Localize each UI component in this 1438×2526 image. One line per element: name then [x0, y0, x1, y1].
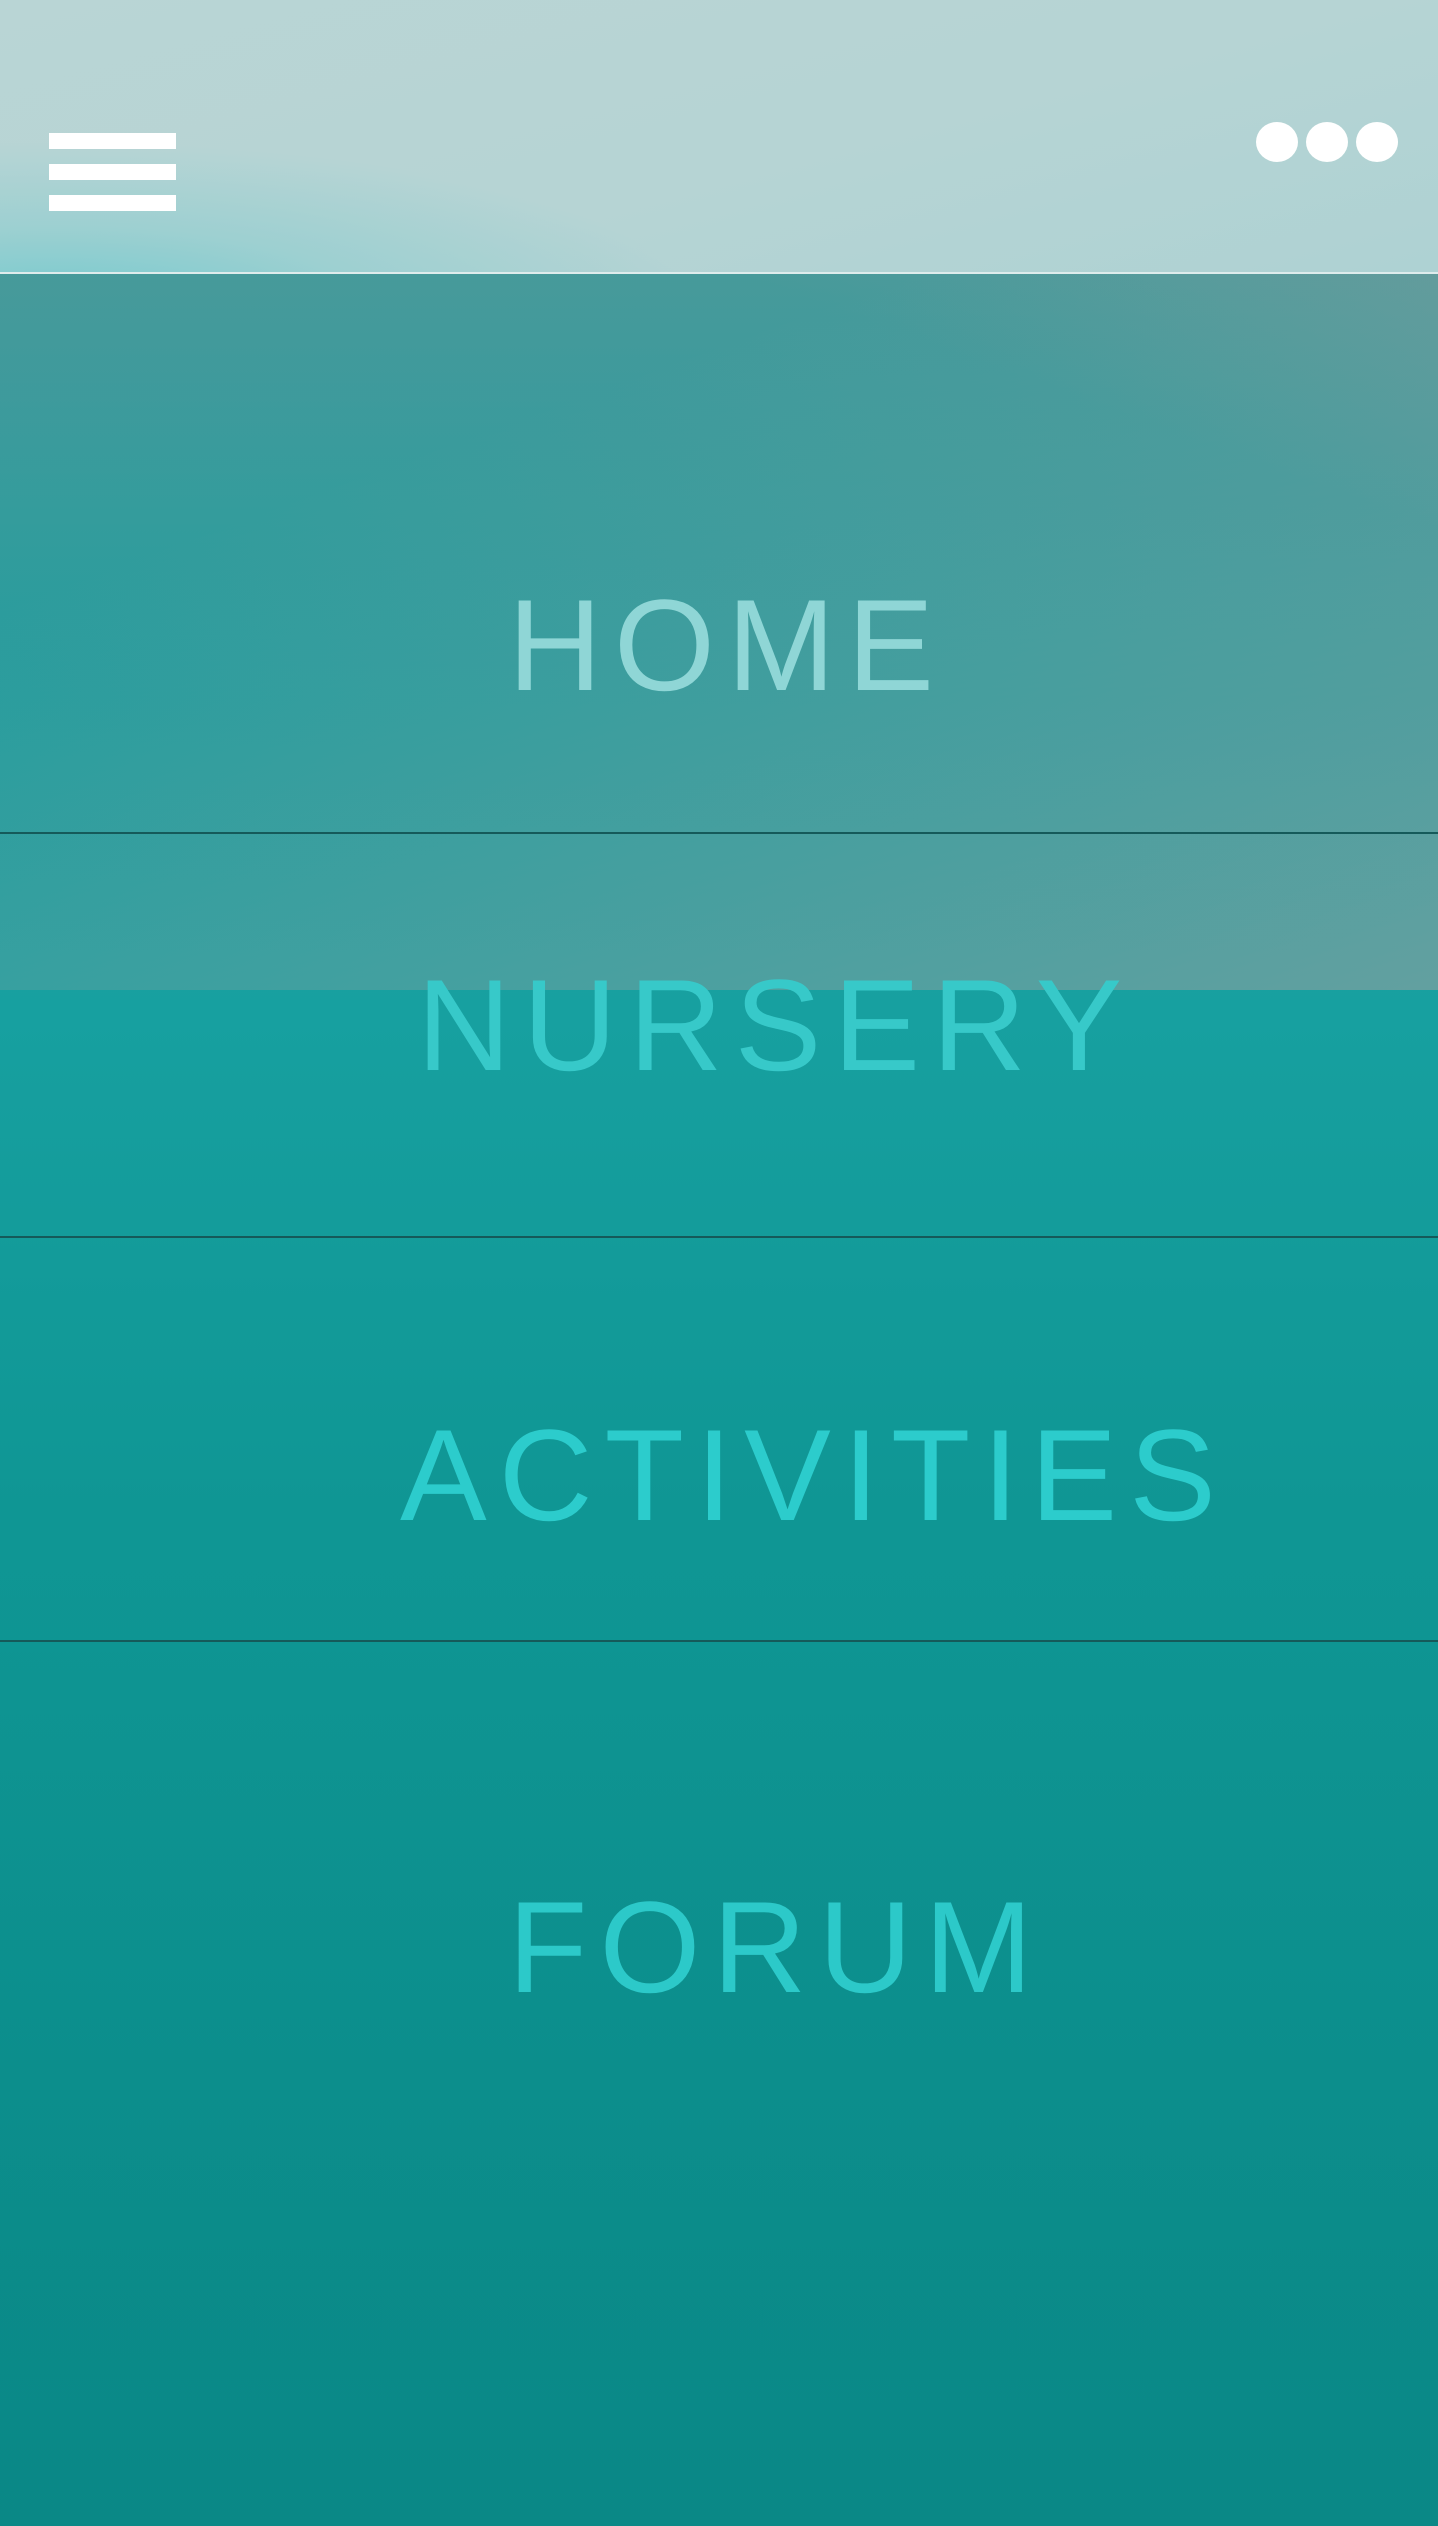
more-dot — [1256, 122, 1298, 162]
nav-item-activities[interactable]: ACTIVITIES — [0, 1238, 1438, 1640]
nav-item-forum[interactable]: FORUM — [0, 1642, 1438, 2526]
hamburger-menu-icon[interactable] — [49, 133, 176, 211]
more-options-icon[interactable] — [1256, 122, 1398, 162]
menu-bar — [49, 164, 176, 180]
nav-label-forum: FORUM — [508, 1874, 1045, 2020]
menu-bar — [49, 195, 176, 211]
menu-bar — [49, 133, 176, 149]
nav-label-activities: ACTIVITIES — [400, 1402, 1228, 1548]
nav-label-home: HOME — [508, 572, 946, 718]
nav-item-nursery[interactable]: NURSERY — [0, 834, 1438, 1236]
top-bar — [0, 0, 1438, 274]
nav-item-home[interactable]: HOME — [0, 272, 1438, 832]
more-dot — [1356, 122, 1398, 162]
nav-label-nursery: NURSERY — [417, 952, 1135, 1098]
more-dot — [1306, 122, 1348, 162]
